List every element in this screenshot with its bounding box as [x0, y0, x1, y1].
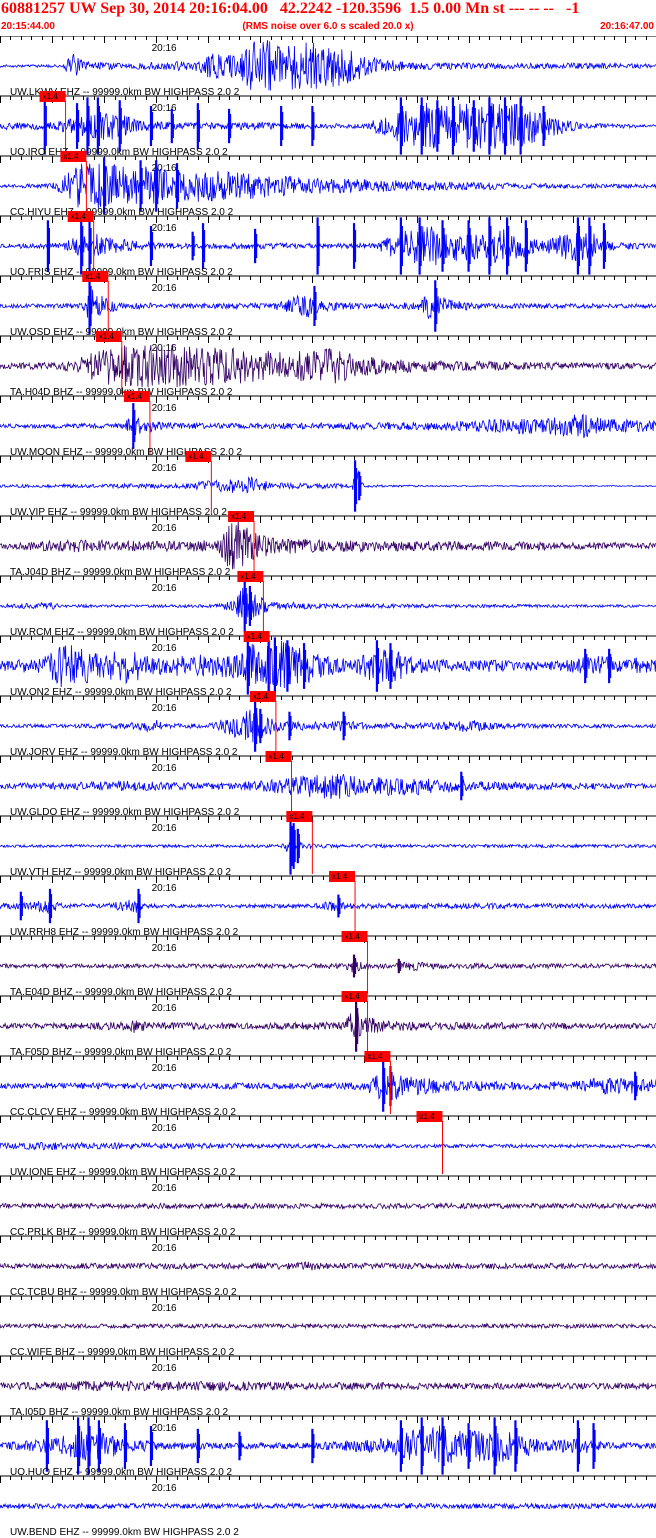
minute-label: 20:16 [152, 1483, 177, 1494]
waveform [0, 343, 656, 388]
trace-panel: 20:16x1.4UO.FRIS EHZ -- 99999.0km BW HIG… [0, 211, 656, 278]
waveform [0, 958, 656, 973]
minute-label: 20:16 [152, 523, 177, 534]
waveform [0, 899, 656, 915]
pick-label: x1.4 [253, 692, 269, 701]
minute-label: 20:16 [152, 583, 177, 594]
waveform [0, 40, 656, 91]
pick-label: x1.4 [231, 512, 247, 521]
trace-panel: 20:16x1.4CC.HIYU EHZ -- 99999.0km BW HIG… [0, 151, 656, 218]
pick-label: x1.4 [99, 332, 115, 341]
waveform [0, 226, 656, 266]
trace-panel: 20:16x1.4TA.E04D BHZ -- 99999.0km BW HIG… [0, 931, 656, 998]
trace-panel: 20:16x1.4UW.IONE EHZ -- 99999.0km BW HIG… [0, 1111, 656, 1178]
trace-panel: 20:16x1.4UW.GLDO EHZ -- 99999.0km BW HIG… [0, 751, 656, 818]
trace-panel: 20:16x1.4TA.F05D BHZ -- 99999.0km BW HIG… [0, 991, 656, 1058]
waveform [0, 1201, 656, 1211]
trace-panel: 20:16CC.WIFE BHZ -- 99999.0km BW HIGHPAS… [0, 1295, 656, 1358]
pick-label: x1.4 [240, 572, 256, 581]
minute-label: 20:16 [152, 283, 177, 294]
waveform [0, 773, 656, 799]
minute-label: 20:16 [152, 643, 177, 654]
trace-panel: 20:16x1.4TA.H04D BHZ -- 99999.0km BW HIG… [0, 331, 656, 398]
minute-label: 20:16 [152, 1123, 177, 1134]
minute-label: 20:16 [152, 1423, 177, 1434]
trace-panel: 20:16x1.4UO.IRO EHZ -- 99999.0km BW HIGH… [0, 91, 656, 158]
minute-label: 20:16 [152, 1363, 177, 1374]
minute-label: 20:16 [152, 463, 177, 474]
minute-label: 20:16 [152, 763, 177, 774]
station-label: UW.BEND EHZ -- 99999.0km BW HIGHPASS 2.0… [10, 1527, 239, 1538]
waveform [0, 1075, 656, 1101]
pick-label: x1.4 [345, 932, 361, 941]
pick-label: x1.4 [345, 992, 361, 1001]
waveform [0, 413, 656, 439]
waveform [0, 1012, 656, 1038]
waveform [0, 838, 656, 853]
waveform [0, 288, 656, 320]
waveform [0, 1141, 656, 1151]
trace-panel: 20:16x1.4UW.VTH EHZ -- 99999.0km BW HIGH… [0, 811, 656, 878]
waveform [0, 587, 656, 620]
pick-label: x1.4 [43, 92, 59, 101]
waveform [0, 640, 656, 689]
trace-panel: 20:16UW.LKWV EHZ -- 99999.0km BW HIGHPAS… [0, 35, 656, 98]
trace-panel: 20:16x1.4UW.RCM EHZ -- 99999.0km BW HIGH… [0, 571, 656, 638]
pick-label: x1.4 [269, 752, 285, 761]
trace-panel: 20:16x1.4UW.MOON EHZ -- 99999.0km BW HIG… [0, 391, 656, 458]
waveform [0, 163, 656, 209]
waveform [0, 520, 656, 570]
waveform [0, 1501, 656, 1510]
minute-label: 20:16 [152, 1303, 177, 1314]
pick-label: x1.4 [63, 152, 79, 161]
trace-panel: 20:16UO.HUO EHZ -- 99999.0km BW HIGHPASS… [0, 1415, 656, 1478]
minute-label: 20:16 [152, 1243, 177, 1254]
scaling-note: (RMS noise over 6.0 s scaled 20.0 x) [242, 21, 414, 32]
minute-label: 20:16 [152, 1003, 177, 1014]
trace-panel: 20:16CC.PRLK BHZ -- 99999.0km BW HIGHPAS… [0, 1175, 656, 1238]
pick-label: x1.4 [127, 392, 143, 401]
trace-panel: 20:16x1.4CC.CLCV EHZ -- 99999.0km BW HIG… [0, 1051, 656, 1118]
minute-label: 20:16 [152, 943, 177, 954]
trace-panel: 20:16x1.4TA.J04D BHZ -- 99999.0km BW HIG… [0, 511, 656, 578]
pick-label: x1.4 [367, 1052, 383, 1061]
waveform [0, 709, 656, 743]
trace-panel: 20:16TA.I05D BHZ -- 99999.0km BW HIGHPAS… [0, 1355, 656, 1418]
header: 60881257 UW Sep 30, 2014 20:16:04.00 42.… [0, 0, 656, 36]
pick-label: x1.4 [289, 812, 305, 821]
minute-label: 20:16 [152, 223, 177, 234]
pick-label: x1.4 [188, 452, 204, 461]
pick-label: x1.4 [332, 872, 348, 881]
waveform [0, 470, 656, 494]
pick-label: x1.4 [420, 1112, 436, 1121]
trace-panel: 20:16x1.4UW.JORV EHZ -- 99999.0km BW HIG… [0, 691, 656, 758]
minute-label: 20:16 [152, 1063, 177, 1074]
minute-label: 20:16 [152, 883, 177, 894]
waveform [0, 1322, 656, 1330]
pick-label: x1.4 [85, 272, 101, 281]
trace-panel: 20:16 UW.BEND EHZ -- 99999.0km BW HIGHPAS… [0, 1475, 656, 1538]
pick-label: x1.4 [71, 212, 87, 221]
time-end: 20:16:47.00 [600, 21, 654, 32]
trace-panel: 20:16x1.4UW.ON2 EHZ -- 99999.0km BW HIGH… [0, 631, 656, 698]
waveform [0, 1379, 656, 1392]
minute-label: 20:16 [152, 43, 177, 54]
minute-label: 20:16 [152, 403, 177, 414]
pick-label: x1.4 [247, 632, 263, 641]
minute-label: 20:16 [152, 823, 177, 834]
event-title: 60881257 UW Sep 30, 2014 20:16:04.00 42.… [1, 0, 580, 17]
trace-panel: 20:16x1.4UW.RRH8 EHZ -- 99999.0km BW HIG… [0, 871, 656, 938]
minute-label: 20:16 [152, 703, 177, 714]
waveform [0, 1261, 656, 1271]
minute-label: 20:16 [152, 103, 177, 114]
minute-label: 20:16 [152, 1183, 177, 1194]
trace-panel: 20:16x1.4UW.VIP EHZ -- 99999.0km BW HIGH… [0, 451, 656, 518]
seismogram-plot: 20:16UW.LKWV EHZ -- 99999.0km BW HIGHPAS… [0, 35, 656, 1538]
trace-panel: 20:16CC.TCBU BHZ -- 99999.0km BW HIGHPAS… [0, 1235, 656, 1298]
trace-panel: 20:16x1.4UW.OSD EHZ -- 99999.0km BW HIGH… [0, 271, 656, 338]
